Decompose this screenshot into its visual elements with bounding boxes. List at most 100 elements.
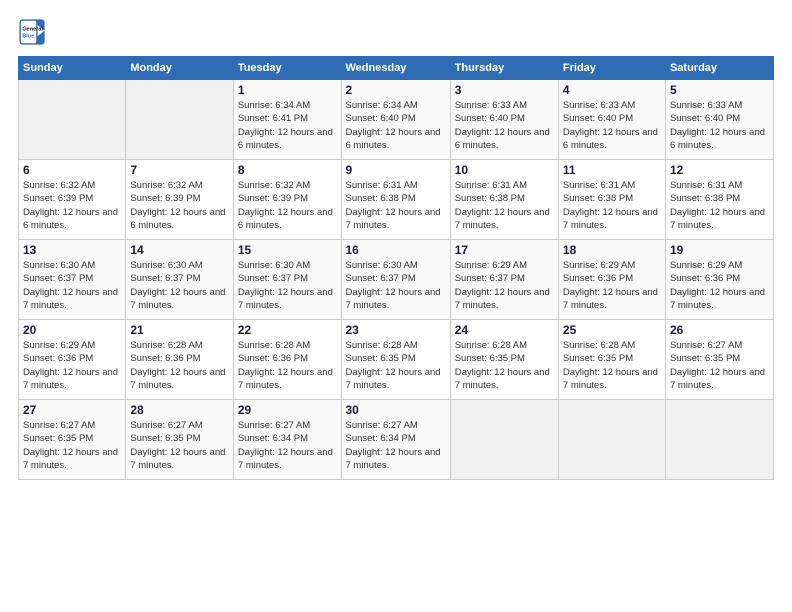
day-info: Sunrise: 6:33 AMSunset: 6:40 PMDaylight:…	[455, 99, 554, 152]
day-info: Sunrise: 6:29 AMSunset: 6:37 PMDaylight:…	[455, 259, 554, 312]
calendar-cell: 18Sunrise: 6:29 AMSunset: 6:36 PMDayligh…	[558, 240, 665, 320]
calendar-cell: 27Sunrise: 6:27 AMSunset: 6:35 PMDayligh…	[19, 400, 126, 480]
day-number: 15	[238, 243, 337, 257]
day-info: Sunrise: 6:28 AMSunset: 6:35 PMDaylight:…	[563, 339, 661, 392]
day-info: Sunrise: 6:28 AMSunset: 6:36 PMDaylight:…	[238, 339, 337, 392]
calendar-week-row: 6Sunrise: 6:32 AMSunset: 6:39 PMDaylight…	[19, 160, 774, 240]
day-info: Sunrise: 6:27 AMSunset: 6:34 PMDaylight:…	[346, 419, 446, 472]
day-info: Sunrise: 6:32 AMSunset: 6:39 PMDaylight:…	[23, 179, 121, 232]
day-info: Sunrise: 6:27 AMSunset: 6:35 PMDaylight:…	[130, 419, 228, 472]
day-number: 22	[238, 323, 337, 337]
calendar-cell: 8Sunrise: 6:32 AMSunset: 6:39 PMDaylight…	[233, 160, 341, 240]
header-saturday: Saturday	[665, 57, 773, 80]
header: General Blue	[18, 18, 774, 46]
logo-icon: General Blue	[18, 18, 46, 46]
day-number: 25	[563, 323, 661, 337]
day-number: 24	[455, 323, 554, 337]
day-number: 4	[563, 83, 661, 97]
calendar-cell	[450, 400, 558, 480]
day-info: Sunrise: 6:30 AMSunset: 6:37 PMDaylight:…	[346, 259, 446, 312]
calendar-cell	[558, 400, 665, 480]
calendar-cell: 14 Sunrise: 6:30 AMSunset: 6:37 PMDayligh…	[126, 240, 233, 320]
day-number: 5	[670, 83, 769, 97]
calendar-week-row: 27Sunrise: 6:27 AMSunset: 6:35 PMDayligh…	[19, 400, 774, 480]
day-number: 20	[23, 323, 121, 337]
calendar-cell: 29Sunrise: 6:27 AMSunset: 6:34 PMDayligh…	[233, 400, 341, 480]
day-info: Sunrise: 6:31 AMSunset: 6:38 PMDaylight:…	[346, 179, 446, 232]
calendar-cell: 10 Sunrise: 6:31 AMSunset: 6:38 PMDayligh…	[450, 160, 558, 240]
day-number: 29	[238, 403, 337, 417]
calendar-header-row: SundayMondayTuesdayWednesdayThursdayFrid…	[19, 57, 774, 80]
calendar-cell: 26Sunrise: 6:27 AMSunset: 6:35 PMDayligh…	[665, 320, 773, 400]
day-info: Sunrise: 6:34 AMSunset: 6:40 PMDaylight:…	[346, 99, 446, 152]
calendar-cell: 19Sunrise: 6:29 AMSunset: 6:36 PMDayligh…	[665, 240, 773, 320]
calendar-week-row: 20 Sunrise: 6:29 AMSunset: 6:36 PMDayligh…	[19, 320, 774, 400]
calendar-cell: 3 Sunrise: 6:33 AMSunset: 6:40 PMDaylight…	[450, 80, 558, 160]
day-number: 11	[563, 163, 661, 177]
calendar-cell: 28 Sunrise: 6:27 AMSunset: 6:35 PMDayligh…	[126, 400, 233, 480]
header-monday: Monday	[126, 57, 233, 80]
day-info: Sunrise: 6:32 AMSunset: 6:39 PMDaylight:…	[130, 179, 228, 232]
day-info: Sunrise: 6:32 AMSunset: 6:39 PMDaylight:…	[238, 179, 337, 232]
calendar-cell: 16 Sunrise: 6:30 AMSunset: 6:37 PMDayligh…	[341, 240, 450, 320]
calendar-cell: 4 Sunrise: 6:33 AMSunset: 6:40 PMDaylight…	[558, 80, 665, 160]
header-wednesday: Wednesday	[341, 57, 450, 80]
header-friday: Friday	[558, 57, 665, 80]
day-info: Sunrise: 6:27 AMSunset: 6:35 PMDaylight:…	[23, 419, 121, 472]
calendar-cell: 21 Sunrise: 6:28 AMSunset: 6:36 PMDayligh…	[126, 320, 233, 400]
svg-text:General: General	[22, 27, 43, 33]
calendar-cell: 30 Sunrise: 6:27 AMSunset: 6:34 PMDayligh…	[341, 400, 450, 480]
calendar-cell	[665, 400, 773, 480]
day-info: Sunrise: 6:30 AMSunset: 6:37 PMDaylight:…	[23, 259, 121, 312]
logo: General Blue	[18, 18, 50, 46]
calendar-cell	[19, 80, 126, 160]
day-number: 17	[455, 243, 554, 257]
day-number: 12	[670, 163, 769, 177]
calendar-cell: 11 Sunrise: 6:31 AMSunset: 6:38 PMDayligh…	[558, 160, 665, 240]
calendar-cell: 15 Sunrise: 6:30 AMSunset: 6:37 PMDayligh…	[233, 240, 341, 320]
calendar-cell: 22 Sunrise: 6:28 AMSunset: 6:36 PMDayligh…	[233, 320, 341, 400]
calendar-week-row: 1Sunrise: 6:34 AMSunset: 6:41 PMDaylight…	[19, 80, 774, 160]
calendar-cell: 24Sunrise: 6:28 AMSunset: 6:35 PMDayligh…	[450, 320, 558, 400]
day-number: 7	[130, 163, 228, 177]
page: General Blue SundayMondayTuesdayWednesda…	[0, 0, 792, 612]
calendar-cell: 1Sunrise: 6:34 AMSunset: 6:41 PMDaylight…	[233, 80, 341, 160]
day-number: 10	[455, 163, 554, 177]
day-info: Sunrise: 6:31 AMSunset: 6:38 PMDaylight:…	[670, 179, 769, 232]
header-thursday: Thursday	[450, 57, 558, 80]
header-sunday: Sunday	[19, 57, 126, 80]
calendar-cell: 2 Sunrise: 6:34 AMSunset: 6:40 PMDaylight…	[341, 80, 450, 160]
day-number: 16	[346, 243, 446, 257]
calendar-cell: 17 Sunrise: 6:29 AMSunset: 6:37 PMDayligh…	[450, 240, 558, 320]
day-number: 21	[130, 323, 228, 337]
day-number: 14	[130, 243, 228, 257]
day-info: Sunrise: 6:30 AMSunset: 6:37 PMDaylight:…	[130, 259, 228, 312]
calendar-cell: 12 Sunrise: 6:31 AMSunset: 6:38 PMDayligh…	[665, 160, 773, 240]
calendar-table: SundayMondayTuesdayWednesdayThursdayFrid…	[18, 56, 774, 480]
calendar-cell: 23Sunrise: 6:28 AMSunset: 6:35 PMDayligh…	[341, 320, 450, 400]
day-number: 30	[346, 403, 446, 417]
day-info: Sunrise: 6:29 AMSunset: 6:36 PMDaylight:…	[23, 339, 121, 392]
calendar-cell: 25 Sunrise: 6:28 AMSunset: 6:35 PMDayligh…	[558, 320, 665, 400]
day-number: 2	[346, 83, 446, 97]
calendar-cell: 5Sunrise: 6:33 AMSunset: 6:40 PMDaylight…	[665, 80, 773, 160]
header-tuesday: Tuesday	[233, 57, 341, 80]
svg-text:Blue: Blue	[22, 34, 34, 40]
day-info: Sunrise: 6:34 AMSunset: 6:41 PMDaylight:…	[238, 99, 337, 152]
day-number: 9	[346, 163, 446, 177]
day-info: Sunrise: 6:33 AMSunset: 6:40 PMDaylight:…	[563, 99, 661, 152]
day-info: Sunrise: 6:29 AMSunset: 6:36 PMDaylight:…	[670, 259, 769, 312]
day-info: Sunrise: 6:27 AMSunset: 6:35 PMDaylight:…	[670, 339, 769, 392]
calendar-cell	[126, 80, 233, 160]
calendar-cell: 9 Sunrise: 6:31 AMSunset: 6:38 PMDaylight…	[341, 160, 450, 240]
day-info: Sunrise: 6:28 AMSunset: 6:36 PMDaylight:…	[130, 339, 228, 392]
day-number: 3	[455, 83, 554, 97]
calendar-week-row: 13 Sunrise: 6:30 AMSunset: 6:37 PMDayligh…	[19, 240, 774, 320]
calendar-cell: 7 Sunrise: 6:32 AMSunset: 6:39 PMDaylight…	[126, 160, 233, 240]
day-number: 28	[130, 403, 228, 417]
day-number: 13	[23, 243, 121, 257]
calendar-cell: 20 Sunrise: 6:29 AMSunset: 6:36 PMDayligh…	[19, 320, 126, 400]
day-info: Sunrise: 6:31 AMSunset: 6:38 PMDaylight:…	[455, 179, 554, 232]
day-info: Sunrise: 6:31 AMSunset: 6:38 PMDaylight:…	[563, 179, 661, 232]
day-info: Sunrise: 6:30 AMSunset: 6:37 PMDaylight:…	[238, 259, 337, 312]
